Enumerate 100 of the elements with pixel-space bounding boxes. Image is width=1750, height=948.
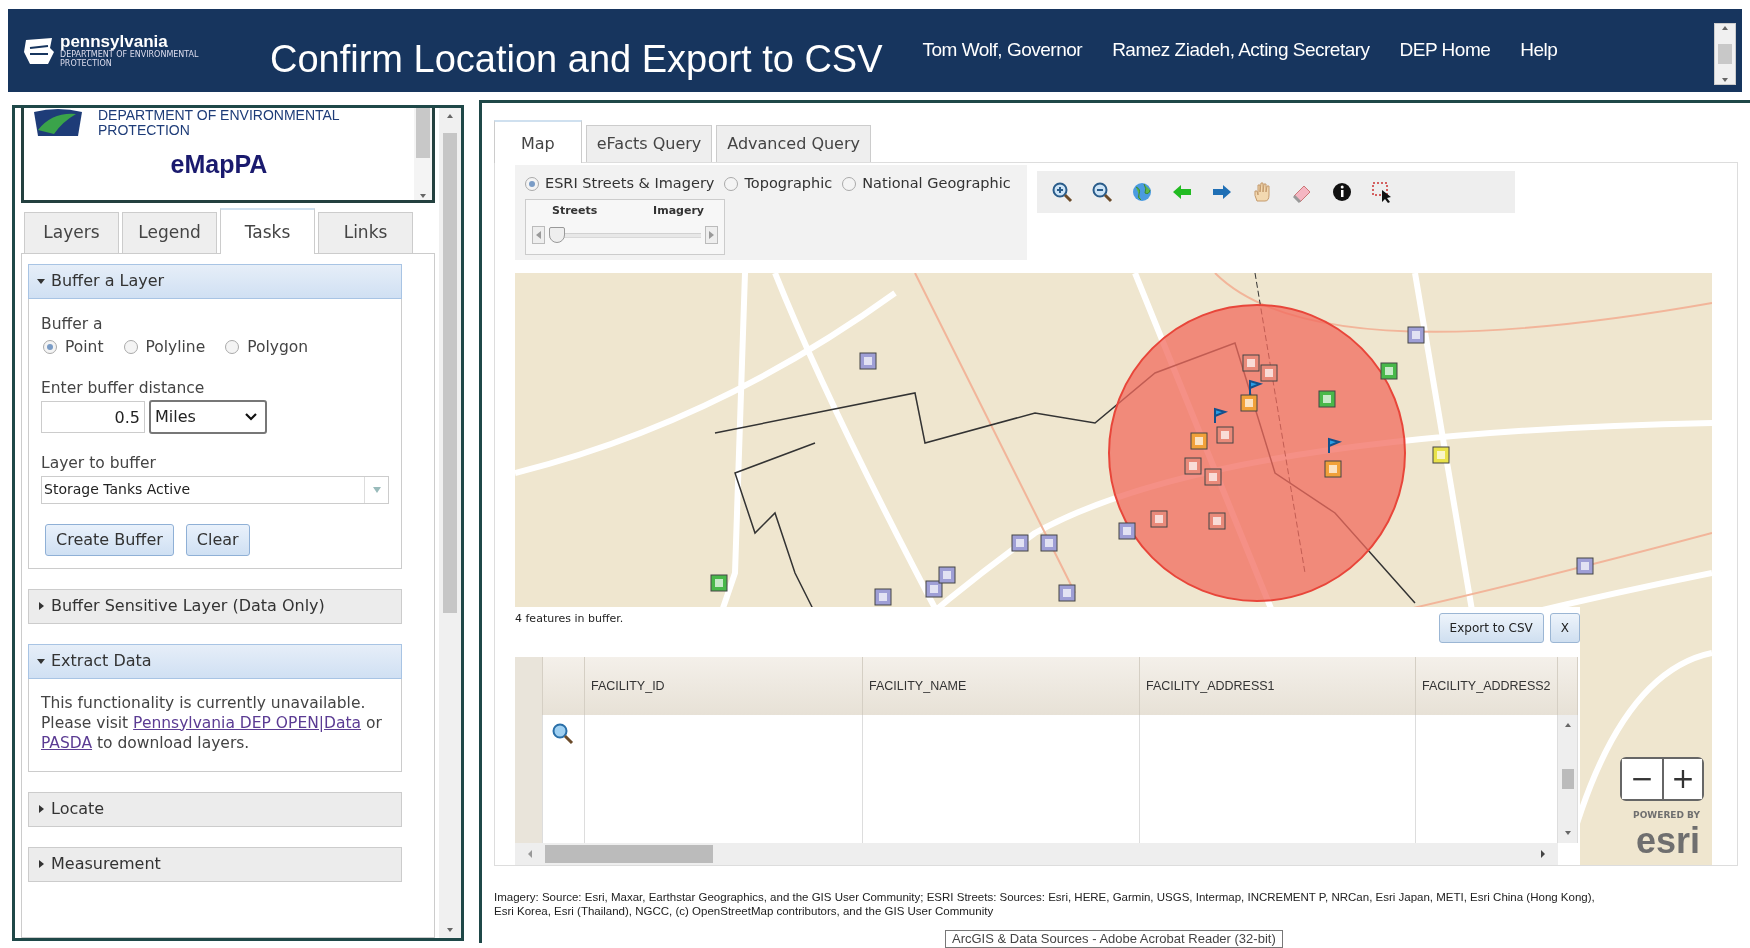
flag-icon[interactable] [1249,379,1264,396]
globe-icon[interactable] [1131,181,1153,203]
map-marker[interactable] [1216,426,1234,444]
scrollbar[interactable] [414,108,432,200]
caret-right-icon [37,602,45,610]
map-marker[interactable] [938,566,956,584]
map-marker[interactable] [1184,457,1202,475]
notice-text: This functionality is currently unavailable. Please visit Pennsylvania DEP OPEN|Data or PASDA to download layers. [41,692,383,753]
arrow-down-icon[interactable] [419,192,427,200]
hand-icon[interactable] [1251,181,1273,203]
map-marker[interactable] [1208,512,1226,530]
tab[interactable]: Map [494,120,582,163]
action-button[interactable]: Create Buffer [45,523,174,556]
radio-button[interactable] [724,176,739,191]
tab[interactable]: eFacts Query [585,125,713,162]
arrow-up-icon[interactable] [446,112,454,120]
zoom-in-icon[interactable] [1051,181,1073,203]
section-header[interactable]: Buffer Sensitive Layer (Data Only) [28,588,402,624]
tab[interactable]: Layers [24,212,119,253]
flag-icon[interactable] [1214,407,1229,424]
map-marker[interactable] [1318,390,1336,408]
map-marker[interactable] [1407,326,1425,344]
scroll-right-button[interactable] [705,226,718,245]
radio-button[interactable] [525,176,539,191]
map-marker[interactable] [1058,584,1076,602]
arrow-down-icon[interactable] [1721,76,1729,84]
arrow-right-icon[interactable] [1541,850,1545,858]
radio-button[interactable] [123,340,138,355]
tab[interactable]: Advanced Query [716,125,871,162]
map-marker[interactable] [1118,522,1136,540]
zoom-to-icon[interactable] [551,721,575,746]
slider-thumb[interactable] [548,227,565,244]
arrow-down-icon[interactable] [1563,829,1572,837]
nav-link[interactable]: Tom Wolf, Governor [922,36,1083,65]
map-marker[interactable] [1324,460,1342,478]
nav-link[interactable]: Ramez Ziadeh, Acting Secretary [1112,36,1370,65]
scrollbar[interactable] [515,843,1558,865]
radio-button[interactable] [842,176,857,191]
select-box-icon[interactable] [1371,181,1393,203]
info-icon[interactable] [1331,181,1353,203]
field-label: Layer to buffer [41,453,157,475]
map-marker[interactable] [1240,394,1258,412]
radio-button[interactable] [225,340,240,355]
map-marker[interactable] [710,574,728,592]
map-marker[interactable] [1040,534,1058,552]
map-marker[interactable] [1260,364,1278,382]
section-header[interactable]: Measurement [28,846,402,882]
column-header: FACILITY_ADDRESS2 [1416,657,1558,715]
distance-field[interactable]: 0.5 [41,401,145,434]
zoom-out-icon[interactable] [1091,181,1113,203]
text-link[interactable]: PASDA [41,733,93,752]
scrollbar-thumb[interactable] [1718,44,1732,64]
esri-logo: esri [1634,822,1700,859]
map-marker[interactable] [1380,362,1398,380]
map-marker[interactable] [1576,557,1594,575]
scrollbar-thumb[interactable] [545,845,713,863]
arrow-left-icon[interactable] [528,850,532,858]
nav-link[interactable]: Help [1520,36,1558,65]
scrollbar-thumb[interactable] [416,108,430,158]
scroll-left-button[interactable] [532,226,545,245]
tab[interactable]: Tasks [220,208,315,254]
zoom-button[interactable]: + [1662,759,1702,799]
map-marker[interactable] [1242,354,1260,372]
map-marker[interactable] [859,352,877,370]
radio-button[interactable] [43,340,57,355]
map-marker[interactable] [1432,446,1450,464]
section-header[interactable]: Locate [28,791,402,827]
flag-icon[interactable] [1328,437,1343,454]
section-header[interactable]: Extract Data [28,643,402,679]
action-button[interactable]: X [1549,613,1580,643]
field-label: Enter buffer distance [41,378,206,399]
radio-label: National Geographic [862,174,1011,193]
arrow-left-icon[interactable] [536,231,541,240]
scrollbar[interactable] [1714,23,1736,85]
radio-label: ESRI Streets & Imagery [545,174,715,193]
nav-link[interactable]: DEP Home [1399,36,1491,65]
scrollbar[interactable] [1558,715,1578,843]
radio-label: Point [65,336,104,358]
action-button[interactable]: Export to CSV [1438,613,1544,643]
map-marker[interactable] [1011,534,1029,552]
map-marker[interactable] [925,580,943,598]
tab[interactable]: Legend [122,212,217,253]
result-summary: 4 features in buffer. [515,611,624,627]
map-marker[interactable] [874,588,892,606]
layer-dropdown[interactable]: Storage Tanks Active [41,475,389,504]
section-header[interactable]: Buffer a Layer [28,263,402,299]
action-button[interactable]: Clear [185,523,250,556]
map-marker[interactable] [1204,468,1222,486]
arrow-up-icon[interactable] [1563,721,1572,729]
unit-select[interactable]: Miles [149,400,267,435]
arrow-up-icon[interactable] [1721,24,1729,32]
map-marker[interactable] [1190,432,1208,450]
tab[interactable]: Links [318,212,413,253]
arrow-down-icon[interactable] [446,926,454,934]
scrollbar[interactable] [439,108,461,938]
text-link[interactable]: Pennsylvania DEP OPEN|Data [133,713,362,732]
map-marker[interactable] [1150,510,1168,528]
field-label: Buffer a [41,313,104,335]
scrollbar-thumb[interactable] [443,133,457,613]
scrollbar-thumb[interactable] [1561,769,1574,789]
